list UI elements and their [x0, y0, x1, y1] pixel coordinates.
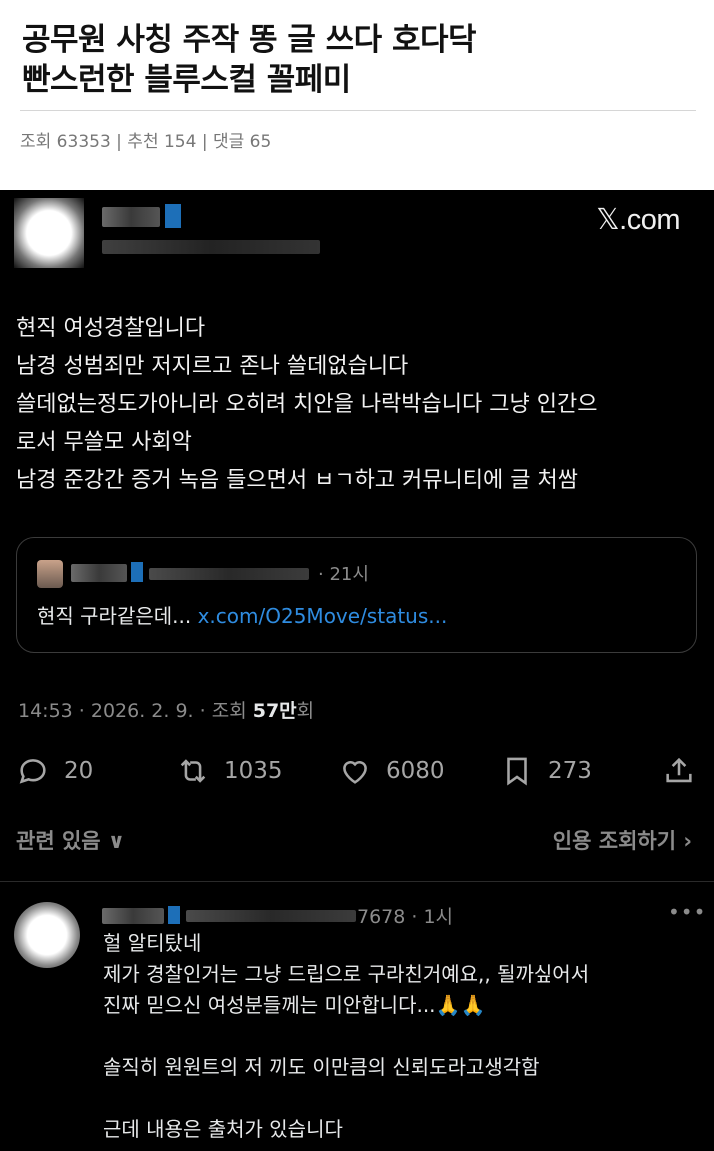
repost-icon — [180, 759, 206, 783]
more-options-icon[interactable]: ••• — [668, 900, 706, 924]
related-toggle[interactable]: 관련 있음 ∨ — [16, 825, 125, 855]
quoted-time: · 21시 — [318, 564, 369, 585]
divider — [20, 110, 696, 111]
related-label: 관련 있음 — [16, 829, 101, 853]
quoted-avatar — [37, 560, 63, 588]
tweet-line: 로서 무쓸모 사회악 — [16, 430, 192, 455]
share-icon — [666, 757, 692, 783]
quoted-handle-blurred — [149, 568, 309, 580]
post-header: 공무원 사칭 주작 똥 글 쓰다 호다닥 빤스런한 블루스컬 꼴페미 조회 63… — [0, 0, 714, 190]
repost-count: 1035 — [224, 758, 283, 784]
verified-badge-blurred — [165, 204, 181, 228]
quoted-badge-blurred — [131, 562, 143, 582]
chevron-right-icon: › — [683, 829, 692, 853]
quoted-text-body: 현직 구라같은데... — [37, 604, 198, 628]
author-avatar — [14, 198, 84, 268]
view-suffix: 회 — [296, 700, 315, 722]
bookmark-button[interactable]: 273 — [500, 751, 592, 791]
repost-button[interactable]: 1035 — [176, 751, 283, 791]
reply-text: 헐 알티탔네 제가 경찰인거는 그냥 드립으로 구라친거예요,, 될까싶어서 진… — [103, 928, 703, 1145]
bookmark-count: 273 — [548, 758, 592, 784]
like-count: 6080 — [386, 758, 445, 784]
tweet-line: 남경 성범죄만 저지르고 존나 쓸데없습니다 — [16, 354, 409, 379]
reply-badge-blurred — [168, 906, 180, 924]
like-button[interactable]: 6080 — [338, 751, 445, 791]
author-name-blurred — [102, 207, 160, 227]
reply-handle-blurred — [186, 910, 356, 922]
reply-button[interactable]: 20 — [16, 751, 93, 791]
reply-meta: 7678 · 1시 — [357, 906, 454, 928]
share-button[interactable] — [662, 751, 696, 791]
tweet-screenshot: 𝕏.com 현직 여성경찰입니다 남경 성범죄만 저지르고 존나 쓸데없습니다 … — [0, 190, 714, 1151]
tweet-text: 현직 여성경찰입니다 남경 성범죄만 저지르고 존나 쓸데없습니다 쓸데없는정도… — [16, 310, 706, 500]
reply-name-blurred — [102, 908, 164, 924]
tweet-line: 쓸데없는정도가아니라 오히려 치안을 나락박습니다 그냥 인간으 — [16, 392, 598, 417]
x-logo: 𝕏.com — [596, 204, 680, 236]
reply-line — [103, 1021, 703, 1052]
quoted-name-blurred — [71, 564, 127, 582]
tweet-actions: 20 1035 6080 273 — [16, 751, 700, 791]
tweet-line: 남경 준강간 증거 녹음 들으면서 ㅂㄱ하고 커뮤니티에 글 처쌈 — [16, 468, 578, 493]
chevron-down-icon: ∨ — [107, 829, 125, 853]
reply-line: 헐 알티탔네 — [103, 931, 202, 955]
reply-line: 제가 경찰인거는 그냥 드립으로 구라친거예요,, 될까싶어서 — [103, 962, 590, 986]
view-count: 57만 — [252, 700, 297, 722]
tweet-line: 현직 여성경찰입니다 — [16, 316, 206, 341]
quoted-tweet[interactable]: · 21시 현직 구라같은데... x.com/O25Move/status..… — [16, 537, 697, 653]
divider — [0, 881, 714, 882]
tweet-timestamp: 14:53 · 2026. 2. 9. · 조회 57만회 — [18, 696, 314, 723]
reply-line: 진짜 믿으신 여성분들께는 미안합니다...🙏🙏 — [103, 993, 486, 1017]
reply-count: 20 — [64, 758, 94, 784]
bookmark-icon — [507, 757, 527, 786]
quoted-text: 현직 구라같은데... x.com/O25Move/status... — [37, 600, 447, 629]
reply-line — [103, 1083, 703, 1114]
reply-avatar — [14, 902, 80, 968]
reply-icon — [19, 759, 46, 784]
view-quotes-link[interactable]: 인용 조회하기 › — [553, 825, 692, 855]
reply-line: 근데 내용은 출처가 있습니다 — [103, 1117, 343, 1141]
post-stats: 조회 63353 | 추천 154 | 댓글 65 — [20, 132, 272, 152]
post-title-line: 빤스런한 블루스컬 꼴페미 — [22, 62, 351, 98]
heart-icon — [343, 761, 367, 784]
reply-line: 솔직히 원원트의 저 끼도 이만큼의 신뢰도라고생각함 — [103, 1055, 540, 1079]
author-handle-blurred — [102, 240, 320, 254]
timestamp-text: 14:53 · 2026. 2. 9. · 조회 — [18, 700, 253, 722]
quoted-link[interactable]: x.com/O25Move/status... — [198, 604, 448, 628]
post-title: 공무원 사칭 주작 똥 글 쓰다 호다닥 빤스런한 블루스컬 꼴페미 — [22, 20, 702, 100]
post-title-line: 공무원 사칭 주작 똥 글 쓰다 호다닥 — [22, 22, 477, 58]
view-quotes-label: 인용 조회하기 — [552, 829, 677, 853]
